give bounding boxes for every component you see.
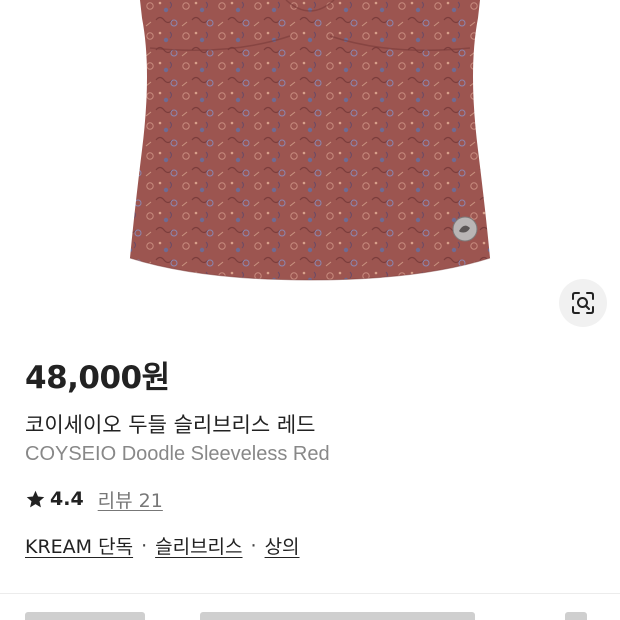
tag-kream-exclusive[interactable]: KREAM 단독 [25, 532, 133, 559]
product-image[interactable] [0, 0, 620, 335]
tag-separator: · [250, 534, 257, 557]
lens-search-icon [572, 292, 594, 314]
tags-row: KREAM 단독 · 슬리브리스 · 상의 [25, 532, 300, 559]
sleeveless-top-illustration [129, 0, 491, 281]
product-price: 48,000원 [25, 360, 170, 396]
star-icon [26, 490, 45, 507]
brand-patch-icon [452, 216, 478, 242]
lens-search-button[interactable] [559, 279, 607, 327]
review-count-link[interactable]: 리뷰 21 [98, 486, 163, 513]
rating-row: 4.4 리뷰 21 [25, 485, 163, 513]
rating-score: 4.4 [50, 488, 84, 510]
tag-separator: · [141, 534, 148, 557]
product-title-english: COYSEIO Doodle Sleeveless Red [25, 443, 330, 465]
next-section-peek [0, 600, 620, 620]
tag-sleeveless[interactable]: 슬리브리스 [155, 532, 242, 559]
product-title-korean: 코이세이오 두들 슬리브리스 레드 [25, 413, 316, 437]
tag-tops[interactable]: 상의 [265, 532, 300, 559]
shirt-body [130, 0, 490, 280]
section-divider [0, 593, 620, 594]
